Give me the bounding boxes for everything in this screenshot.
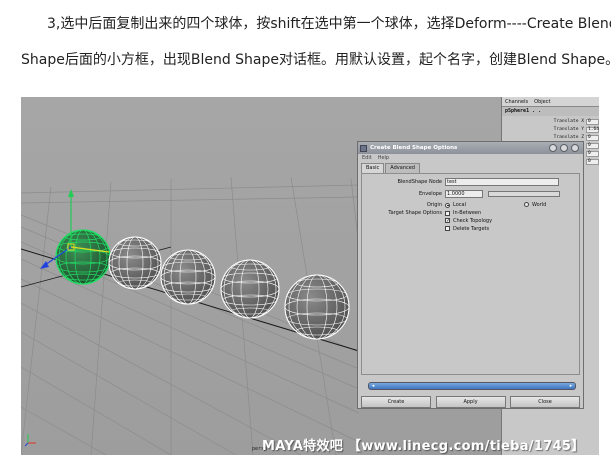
delete-targets-checkbox[interactable] (445, 226, 450, 231)
blendshape-node-field[interactable]: test (445, 178, 559, 186)
close-button[interactable]: Close (510, 396, 580, 408)
origin-label: Origin (426, 202, 442, 208)
menu-object[interactable]: Object (534, 97, 550, 106)
origin-row: Origin Local (362, 201, 466, 209)
create-button[interactable]: Create (361, 396, 431, 408)
origin-world-radio[interactable] (524, 202, 529, 207)
envelope-field[interactable]: 1.0000 (445, 190, 483, 198)
maximize-button[interactable] (560, 144, 568, 152)
check-topology-option[interactable]: Check Topology (445, 217, 492, 224)
maya-screenshot: Channels Object pSphere1 . . Translate X… (21, 97, 599, 455)
watermark: MAYA特效吧 【www.linecg.com/tieba/1745】 (262, 439, 585, 454)
envelope-label: Envelope (418, 191, 442, 197)
in-between-option[interactable]: In-Between (445, 210, 481, 217)
scroll-left-icon[interactable]: ◂ (370, 383, 376, 389)
dialog-titlebar[interactable]: Create Blend Shape Options (358, 142, 583, 154)
attribute-row[interactable]: Translate Y 1.64 (502, 126, 599, 134)
apply-button[interactable]: Apply (435, 396, 506, 408)
create-blend-shape-dialog: Create Blend Shape Options Edit Help Bas… (357, 141, 584, 409)
attribute-row[interactable]: Translate X0 (502, 118, 599, 126)
close-window-button[interactable] (571, 144, 579, 152)
options-panel: BlendShape Node test Envelope 1.0000 Ori… (361, 173, 580, 375)
node-row: BlendShape Node test (362, 178, 559, 186)
dialog-menubar: Edit Help (358, 154, 583, 163)
sphere-1-selected (55, 229, 111, 285)
origin-world-label: World (532, 201, 547, 208)
channel-box-menu: Channels Object (502, 97, 599, 107)
article-line-2: Shape后面的小方框，出现Blend Shape对话框。用默认设置，起个名字，… (21, 52, 611, 68)
dialog-title: Create Blend Shape Options (370, 145, 458, 151)
selected-object-name: pSphere1 . . (502, 107, 599, 116)
menu-help[interactable]: Help (378, 154, 389, 163)
check-topology-checkbox[interactable] (445, 218, 450, 223)
tab-basic[interactable]: Basic (361, 163, 385, 173)
delete-targets-label: Delete Targets (453, 225, 490, 232)
origin-local-radio[interactable] (445, 202, 450, 208)
attribute-value[interactable]: 0 (586, 159, 599, 165)
attribute-value[interactable]: 0 (586, 135, 599, 141)
attribute-value[interactable]: 0 (586, 119, 599, 125)
origin-local-option[interactable]: Local (445, 202, 466, 209)
in-between-label: In-Between (453, 210, 482, 216)
envelope-slider[interactable] (488, 191, 560, 197)
view-axis-icon (24, 434, 36, 447)
maya-app-icon (360, 144, 367, 152)
attribute-value[interactable]: 1.64 (586, 127, 599, 133)
sphere-2 (108, 236, 162, 290)
delete-targets-option[interactable]: Delete Targets (445, 225, 489, 232)
attribute-name: Translate X (553, 119, 584, 124)
scroll-right-icon[interactable]: ▸ (568, 383, 574, 389)
menu-channels[interactable]: Channels (505, 97, 528, 106)
attribute-value[interactable]: 0 (586, 151, 599, 157)
horizontal-scrollbar[interactable]: ◂ ▸ (368, 382, 576, 390)
dialog-tabs: Basic Advanced (358, 163, 583, 173)
sphere-3 (160, 249, 216, 305)
attribute-value[interactable]: 0 (586, 143, 599, 149)
dialog-button-row: Create Apply Close (361, 396, 580, 408)
tab-advanced[interactable]: Advanced (385, 163, 420, 173)
envelope-row: Envelope 1.0000 (362, 190, 483, 198)
origin-world-option[interactable]: World (524, 201, 546, 208)
target-options-row: Target Shape Options In-Between (362, 209, 481, 217)
attribute-name: Translate Y (553, 127, 584, 132)
menu-edit[interactable]: Edit (362, 154, 372, 163)
check-topology-label: Check Topology (453, 217, 493, 224)
target-options-label: Target Shape Options (388, 210, 442, 216)
sphere-5 (284, 274, 350, 340)
sphere-4 (220, 259, 280, 319)
article-paragraph: 3,选中后面复制出来的四个球体，按shift在选中第一个球体，选择Deform-… (21, 6, 611, 78)
node-label: BlendShape Node (397, 179, 442, 185)
origin-local-label: Local (453, 202, 466, 208)
article-line-1: 3,选中后面复制出来的四个球体，按shift在选中第一个球体，选择Deform-… (47, 16, 611, 32)
minimize-button[interactable] (549, 144, 557, 152)
in-between-checkbox[interactable] (445, 210, 450, 216)
